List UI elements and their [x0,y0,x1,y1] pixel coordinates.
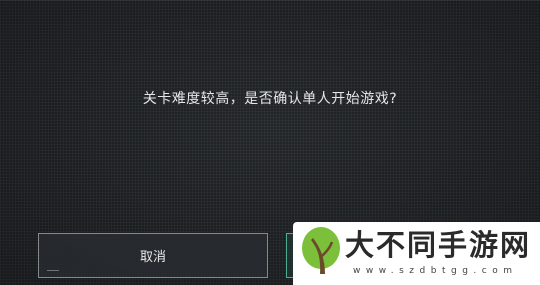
watermark-title: 大不同手游网 [345,228,532,262]
game-dialog-screen: 关卡难度较高，是否确认单人开始游戏? 取消 大不同手游网 www.szdbtgg… [0,0,540,285]
top-divider [0,0,540,1]
site-watermark: 大不同手游网 www.szdbtgg.com [293,222,540,285]
cancel-button-label: 取消 [139,250,166,265]
cancel-button[interactable]: 取消 [38,233,268,278]
dialog-message: 关卡难度较高，是否确认单人开始游戏? [142,91,398,107]
leaf-logo-icon [302,227,340,274]
button-corner-mark [47,270,59,271]
watermark-url: www.szdbtgg.com [353,266,518,276]
